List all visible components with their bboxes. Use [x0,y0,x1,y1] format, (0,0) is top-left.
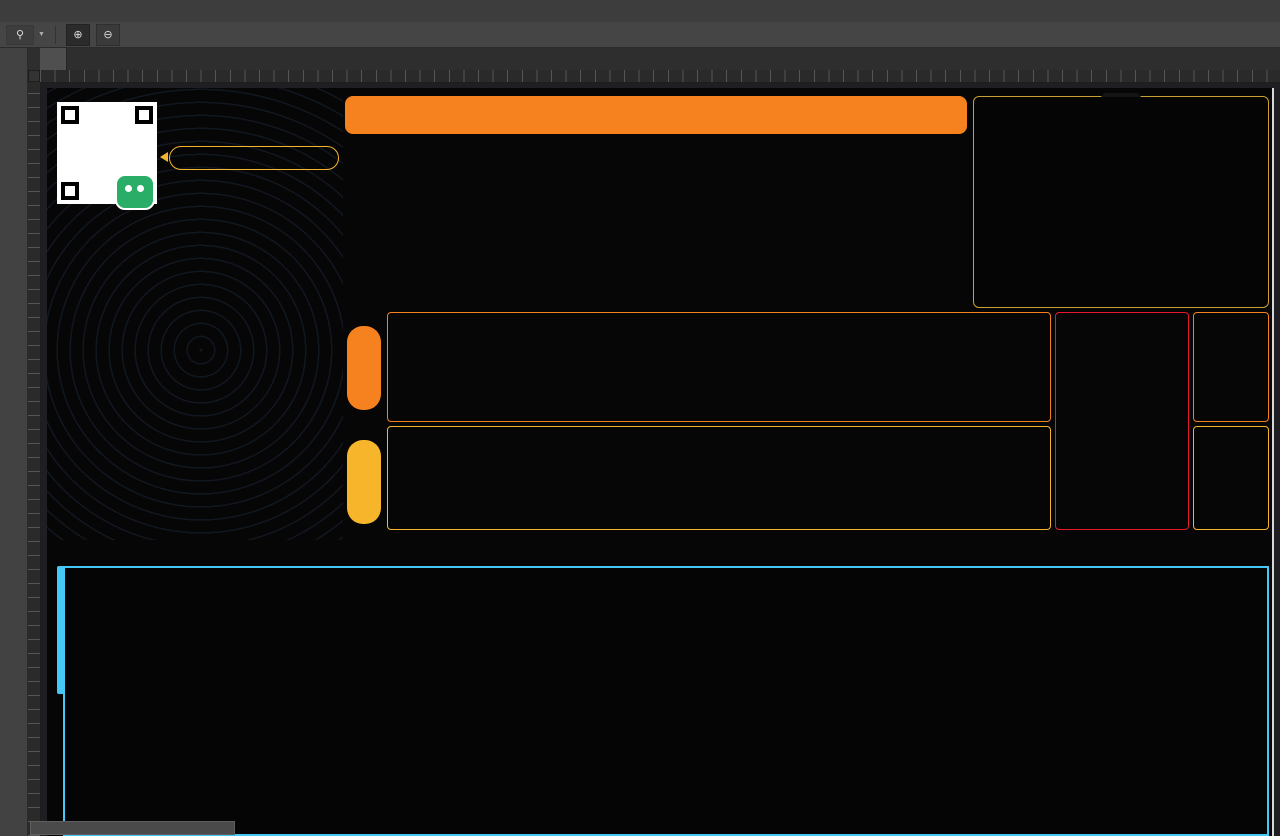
zoom-out-button[interactable]: ⊖ [96,24,120,46]
photoshop-window: ⚲ ▼ ⊕ ⊖ [0,0,1280,836]
qr-caption-pill [169,146,339,170]
tips-title [1101,93,1141,97]
zoom-in-button[interactable]: ⊕ [66,24,90,46]
poster-hero [47,88,343,540]
calendar-months [345,140,969,306]
document-scrollbar[interactable] [30,821,235,835]
canvas-document[interactable] [47,88,1274,836]
qr-eye [61,106,79,124]
divider [55,26,56,44]
options-bar: ⚲ ▼ ⊕ ⊖ [0,22,1280,48]
qr-eye [135,106,153,124]
double12-box [1193,312,1269,422]
calendar-banner [345,96,967,134]
special-activity-label [347,440,381,524]
menu-bar [0,0,1280,23]
ruler-corner [28,70,40,82]
christmas-box [1193,426,1269,530]
document-tab-bar [0,48,1280,71]
national-day-1111-box [1055,312,1189,530]
special-activity-band [387,426,1051,530]
zoom-tool-icon[interactable]: ⚲ [6,25,34,45]
qr-code [57,102,157,204]
flow-chart [63,566,1269,836]
qr-eye [61,182,79,200]
wechat-icon [115,174,155,210]
vertical-ruler[interactable] [28,82,41,836]
horizontal-ruler[interactable] [40,70,1280,83]
monthly-activity-band [387,312,1051,422]
monthly-activity-label [347,326,381,410]
marketing-tips-panel [973,96,1269,308]
tool-bar [0,48,28,836]
document-tab[interactable] [40,48,67,70]
arrow-left-icon [160,152,168,162]
tool-preset-caret-icon[interactable]: ▼ [38,31,45,38]
